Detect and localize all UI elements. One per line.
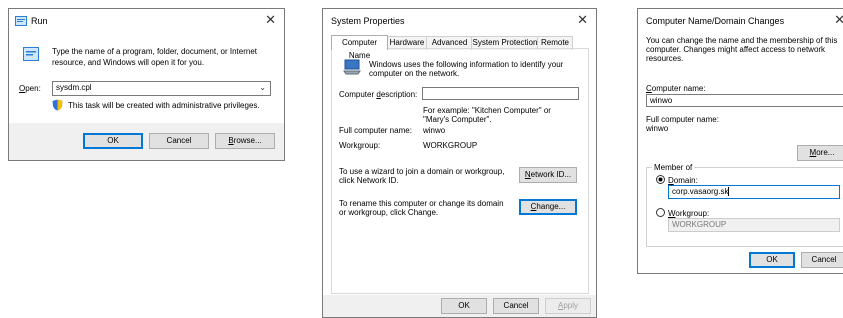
namechanges-intro: You can change the name and the membersh… xyxy=(646,36,838,63)
run-titlebar[interactable]: Run ✕ xyxy=(9,9,284,33)
cancel-button[interactable]: Cancel xyxy=(149,133,209,149)
run-app-icon xyxy=(15,16,27,26)
run-footer: OK Cancel Browse... xyxy=(9,123,284,160)
network-id-button[interactable]: Network ID... xyxy=(519,167,577,183)
workgroup-input[interactable]: WORKGROUP xyxy=(668,218,840,232)
full-computer-name-label: Full computer name: xyxy=(339,126,412,135)
run-open-label: Open: xyxy=(19,84,41,93)
run-big-icon xyxy=(23,47,39,61)
nc-full-name-value: winwo xyxy=(646,124,669,133)
run-open-value: sysdm.cpl xyxy=(56,83,92,92)
ok-button[interactable]: OK xyxy=(749,252,795,268)
text-cursor xyxy=(728,187,730,197)
sysprops-close-icon[interactable]: ✕ xyxy=(577,13,588,28)
cancel-button[interactable]: Cancel xyxy=(801,252,843,268)
wizard-text: To use a wizard to join a domain or work… xyxy=(339,167,505,185)
computer-description-input[interactable] xyxy=(422,87,579,100)
namechanges-titlebar[interactable]: Computer Name/Domain Changes ✕ xyxy=(638,9,843,33)
namechanges-title: Computer Name/Domain Changes xyxy=(646,16,785,26)
run-close-icon[interactable]: ✕ xyxy=(265,13,276,28)
run-open-input[interactable]: sysdm.cpl ⌄ xyxy=(52,81,271,96)
namechanges-close-icon[interactable]: ✕ xyxy=(834,13,843,28)
ok-button[interactable]: OK xyxy=(83,133,143,149)
member-of-label: Member of xyxy=(652,163,695,172)
change-button[interactable]: Change... xyxy=(519,199,577,215)
nc-full-name-label: Full computer name: xyxy=(646,115,719,124)
cancel-button[interactable]: Cancel xyxy=(493,298,539,314)
computer-name-label: Computer name: xyxy=(646,84,706,93)
run-title: Run xyxy=(31,16,48,26)
rename-text: To rename this computer or change its do… xyxy=(339,199,504,217)
tab-computer-name[interactable]: Computer Name xyxy=(331,35,388,60)
shield-icon xyxy=(52,99,63,111)
apply-button[interactable]: Apply xyxy=(545,298,591,314)
computer-description-label: Computer description: xyxy=(339,90,418,99)
more-button[interactable]: More... xyxy=(797,145,843,161)
workgroup-radio[interactable] xyxy=(656,208,665,217)
chevron-down-icon[interactable]: ⌄ xyxy=(259,82,266,94)
browse-button[interactable]: Browse... xyxy=(215,133,275,149)
sysprops-titlebar[interactable]: System Properties ✕ xyxy=(323,9,596,33)
ok-button[interactable]: OK xyxy=(441,298,487,314)
run-description: Type the name of a program, folder, docu… xyxy=(52,47,258,67)
computer-description-example: For example: "Kitchen Computer" or "Mary… xyxy=(423,106,551,124)
run-dialog: Run ✕ Type the name of a program, folder… xyxy=(8,8,285,161)
sysprops-title: System Properties xyxy=(331,16,405,26)
domain-value: corp.vasaorg.sk xyxy=(672,187,729,196)
run-admin-note: This task will be created with administr… xyxy=(68,101,260,110)
domain-input[interactable]: corp.vasaorg.sk xyxy=(668,185,840,199)
workgroup-label: Workgroup: xyxy=(339,141,381,150)
name-domain-changes-dialog: Computer Name/Domain Changes ✕ You can c… xyxy=(637,8,843,274)
full-computer-name-value: winwo xyxy=(423,126,446,135)
computer-name-input[interactable]: winwo xyxy=(646,94,843,107)
nc-workgroup-label: Workgroup: xyxy=(668,209,710,218)
sysprops-footer: OK Cancel Apply xyxy=(323,295,596,317)
workgroup-value: WORKGROUP xyxy=(423,141,478,150)
domain-label: Domain: xyxy=(668,176,698,185)
sysprops-intro: Windows uses the following information t… xyxy=(369,60,564,78)
system-properties-dialog: System Properties ✕ Computer Name Hardwa… xyxy=(322,8,597,318)
domain-radio[interactable] xyxy=(656,175,665,184)
